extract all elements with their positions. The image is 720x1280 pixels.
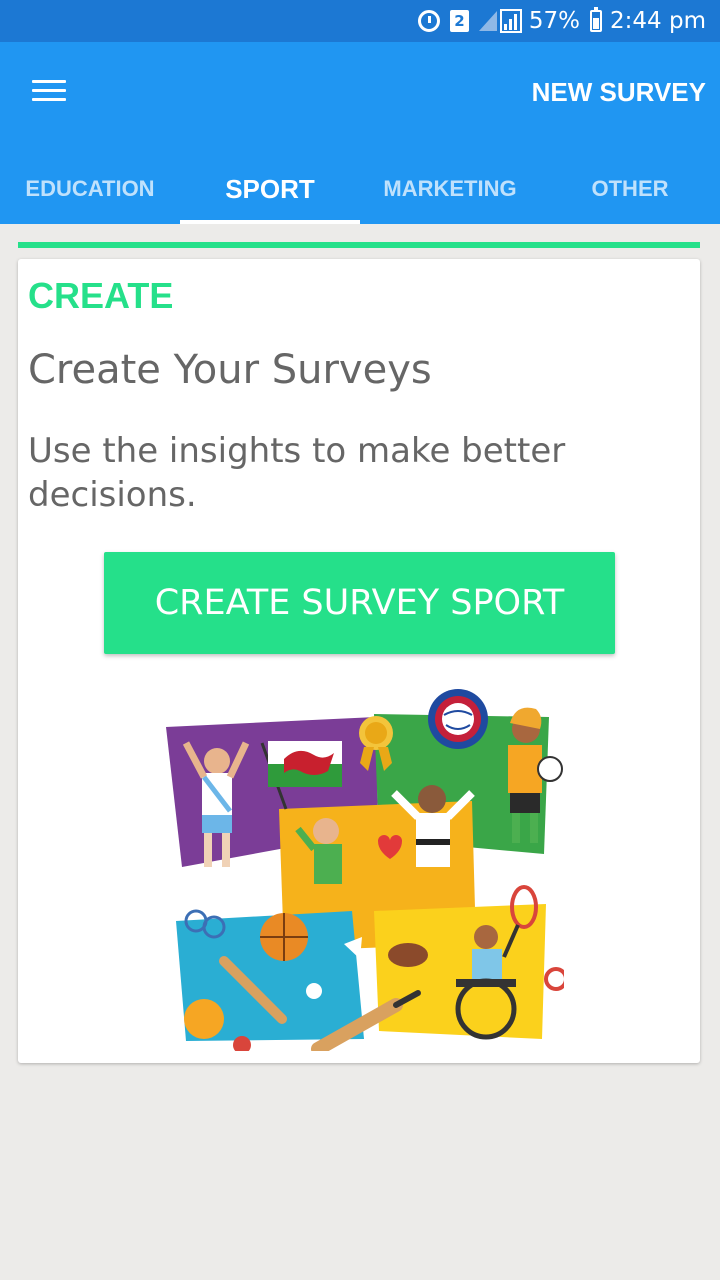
- clock: 2:44 pm: [610, 8, 706, 34]
- create-card: CREATE Create Your Surveys Use the insig…: [18, 259, 700, 1063]
- battery-icon: [590, 7, 603, 32]
- app-bar: NEW SURVEY EDUCATION SPORT MARKETING OTH…: [0, 42, 720, 224]
- category-tabs: EDUCATION SPORT MARKETING OTHER: [0, 154, 720, 224]
- create-survey-button[interactable]: CREATE SURVEY SPORT: [104, 552, 615, 654]
- status-bar: 2 57% 2:44 pm: [0, 0, 720, 42]
- tab-other[interactable]: OTHER: [540, 154, 720, 224]
- accent-divider: [18, 242, 700, 248]
- card-description: Use the insights to make better decision…: [28, 431, 566, 515]
- tab-marketing[interactable]: MARKETING: [360, 154, 540, 224]
- card-title: Create Your Surveys: [28, 347, 432, 393]
- tab-education[interactable]: EDUCATION: [0, 154, 180, 224]
- status-icons: 2 57% 2:44 pm: [417, 0, 706, 42]
- alarm-icon: [417, 10, 440, 32]
- sim-icon: 2: [449, 10, 469, 32]
- signal-icon: [478, 9, 522, 33]
- tab-sport[interactable]: SPORT: [180, 154, 360, 224]
- new-survey-button[interactable]: NEW SURVEY: [532, 72, 706, 112]
- hamburger-menu-icon[interactable]: [26, 70, 72, 110]
- card-tag: CREATE: [28, 275, 174, 316]
- battery-percent: 57%: [528, 8, 581, 34]
- sports-illustration: [166, 689, 564, 1051]
